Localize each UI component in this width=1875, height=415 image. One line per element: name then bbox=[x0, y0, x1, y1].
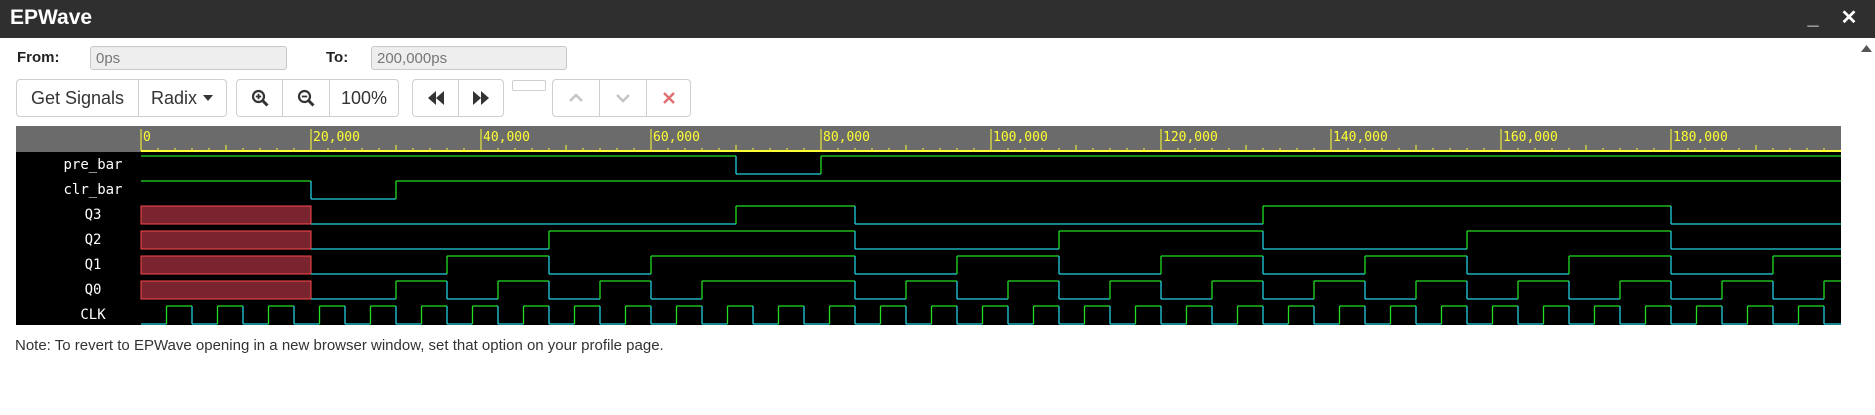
caret-down-icon bbox=[203, 95, 214, 101]
tick-label: 180,000 bbox=[1673, 130, 1728, 145]
signal-row-q3[interactable]: Q3 bbox=[85, 205, 1841, 225]
revert-note: Note: To revert to EPWave opening in a n… bbox=[15, 337, 664, 354]
to-input[interactable] bbox=[371, 46, 567, 70]
chevron-down-icon bbox=[616, 94, 630, 103]
tick-label: 60,000 bbox=[653, 130, 700, 145]
waveform-canvas[interactable]: 0 20,000 40,000 60,000 80,000 100,000 120,000 1… bbox=[16, 126, 1841, 325]
from-label: From: bbox=[17, 49, 60, 66]
tick-label: 100,000 bbox=[993, 130, 1048, 145]
signal-row-clk[interactable]: CLK bbox=[80, 305, 1841, 325]
step-forward-button[interactable] bbox=[458, 79, 504, 117]
step-back-button[interactable] bbox=[412, 79, 459, 117]
tick-label: 120,000 bbox=[1163, 130, 1218, 145]
unknown-value-block bbox=[140, 280, 312, 300]
remove-signal-button[interactable] bbox=[646, 79, 691, 117]
radix-button[interactable]: Radix bbox=[138, 79, 227, 117]
signal-name[interactable]: Q1 bbox=[85, 257, 102, 273]
zoom-in-button[interactable] bbox=[236, 79, 283, 117]
minimize-icon[interactable]: _ bbox=[1802, 5, 1824, 31]
zoom-level-button[interactable]: 100% bbox=[329, 79, 399, 117]
signal-name[interactable]: Q2 bbox=[85, 232, 102, 248]
signal-name[interactable]: clr_bar bbox=[63, 182, 122, 198]
small-toggle[interactable] bbox=[512, 80, 546, 91]
radix-label: Radix bbox=[150, 87, 198, 108]
tick-label: 40,000 bbox=[483, 130, 530, 145]
to-label: To: bbox=[326, 49, 349, 66]
scroll-up-icon[interactable] bbox=[1858, 40, 1875, 60]
move-down-button[interactable] bbox=[599, 79, 647, 117]
signal-name[interactable]: pre_bar bbox=[63, 157, 122, 173]
fast-backward-icon bbox=[427, 91, 444, 105]
tick-label: 140,000 bbox=[1333, 130, 1388, 145]
tick-label: 0 bbox=[143, 130, 151, 145]
scrollbar[interactable] bbox=[1858, 40, 1875, 415]
signal-row-q2[interactable]: Q2 bbox=[85, 230, 1841, 250]
unknown-value-block bbox=[140, 230, 312, 250]
navigate-button-group bbox=[412, 79, 504, 117]
chevron-up-icon bbox=[569, 93, 583, 102]
get-signals-label: Get Signals bbox=[30, 87, 125, 108]
unknown-value-block bbox=[140, 205, 312, 225]
zoom-out-icon bbox=[297, 89, 315, 107]
signal-name[interactable]: Q3 bbox=[85, 207, 102, 223]
signal-row-pre-bar[interactable]: pre_bar bbox=[63, 155, 1841, 175]
zoom-button-group: 100% bbox=[236, 79, 399, 117]
zoom-out-button[interactable] bbox=[282, 79, 330, 117]
time-ruler bbox=[16, 126, 1841, 152]
tick-label: 80,000 bbox=[823, 130, 870, 145]
signal-row-q1[interactable]: Q1 bbox=[85, 255, 1841, 275]
tick-label: 160,000 bbox=[1503, 130, 1558, 145]
get-signals-button[interactable]: Get Signals bbox=[16, 79, 139, 117]
window-title: EPWave bbox=[10, 6, 93, 29]
zoom-in-icon bbox=[251, 89, 269, 107]
tick-label: 20,000 bbox=[313, 130, 360, 145]
move-up-button[interactable] bbox=[552, 79, 600, 117]
signal-row-clr-bar[interactable]: clr_bar bbox=[63, 180, 1841, 200]
signal-order-button-group bbox=[552, 79, 691, 117]
zoom-level: 100% bbox=[340, 87, 388, 108]
fast-forward-icon bbox=[473, 91, 489, 105]
title-bar: EPWave _ ✕ bbox=[0, 0, 1875, 38]
waveform-panel[interactable]: 0 20,000 40,000 60,000 80,000 100,000 120,000 1… bbox=[16, 126, 1841, 325]
close-window-icon[interactable]: ✕ bbox=[1838, 5, 1860, 31]
signal-name[interactable]: Q0 bbox=[85, 282, 102, 298]
signal-name[interactable]: CLK bbox=[80, 307, 106, 323]
close-icon bbox=[662, 92, 675, 104]
signals-button-group: Get Signals Radix bbox=[16, 79, 227, 117]
signal-row-q0[interactable]: Q0 bbox=[85, 280, 1841, 300]
from-input[interactable] bbox=[90, 46, 287, 70]
unknown-value-block bbox=[140, 255, 312, 275]
